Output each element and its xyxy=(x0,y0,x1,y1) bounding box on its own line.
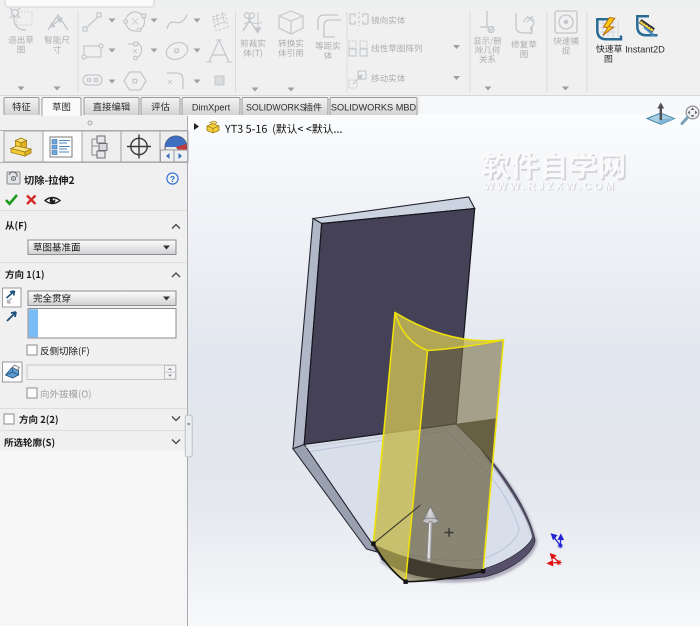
svg-text:?: ? xyxy=(170,174,175,184)
svg-text:SOLIDWORKS MBD: SOLIDWORKS MBD xyxy=(331,103,417,113)
svg-text:Instant2D: Instant2D xyxy=(625,45,665,55)
svg-text:SOLIDWORKS: SOLIDWORKS xyxy=(246,103,306,113)
svg-text:DimXpert: DimXpert xyxy=(192,103,231,113)
svg-text:WWW.RJZXW.COM: WWW.RJZXW.COM xyxy=(484,181,617,193)
